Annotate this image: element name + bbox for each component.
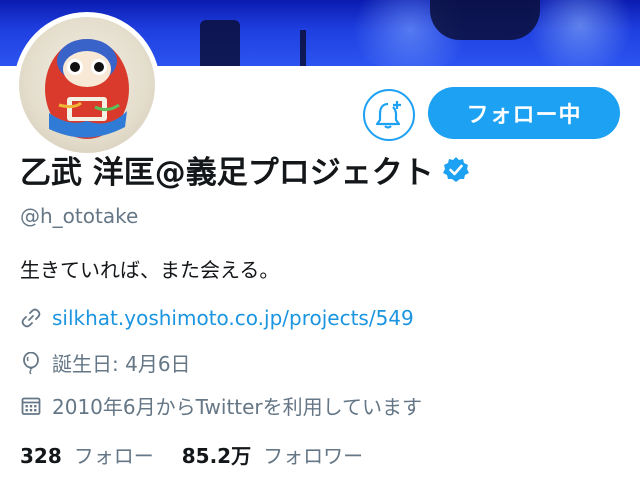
profile-joined-date: 2010年6月からTwitterを利用しています	[52, 395, 423, 419]
following-count: 328	[20, 444, 62, 468]
following-stat[interactable]: 328 フォロー	[20, 440, 154, 469]
verified-badge-icon	[442, 156, 469, 182]
calendar-icon	[20, 395, 42, 417]
profile-stats: 328 フォロー 85.2万 フォロワー	[20, 440, 363, 469]
profile-link-row: silkhat.yoshimoto.co.jp/projects/549	[20, 306, 414, 330]
avatar[interactable]	[14, 12, 160, 158]
profile-joined-row: 2010年6月からTwitterを利用しています	[20, 391, 422, 420]
profile-birthday: 誕生日: 4月6日	[52, 352, 191, 376]
profile-handle: @h_ototake	[20, 204, 139, 228]
notification-button[interactable]	[363, 89, 415, 141]
profile-website-link[interactable]: silkhat.yoshimoto.co.jp/projects/549	[52, 306, 414, 330]
daruma-avatar-image	[19, 17, 155, 153]
link-icon	[20, 307, 42, 329]
profile-bio: 生きていれば、また会える。	[20, 258, 280, 282]
followers-count: 85.2万	[181, 444, 252, 468]
balloon-icon	[20, 351, 42, 374]
followers-label: フォロワー	[263, 444, 364, 468]
notification-bell-plus-icon	[375, 101, 401, 129]
following-button[interactable]: フォロー中	[428, 87, 620, 139]
following-label: フォロー	[73, 444, 154, 468]
followers-stat[interactable]: 85.2万 フォロワー	[182, 440, 363, 469]
profile-birthday-row: 誕生日: 4月6日	[20, 348, 191, 377]
